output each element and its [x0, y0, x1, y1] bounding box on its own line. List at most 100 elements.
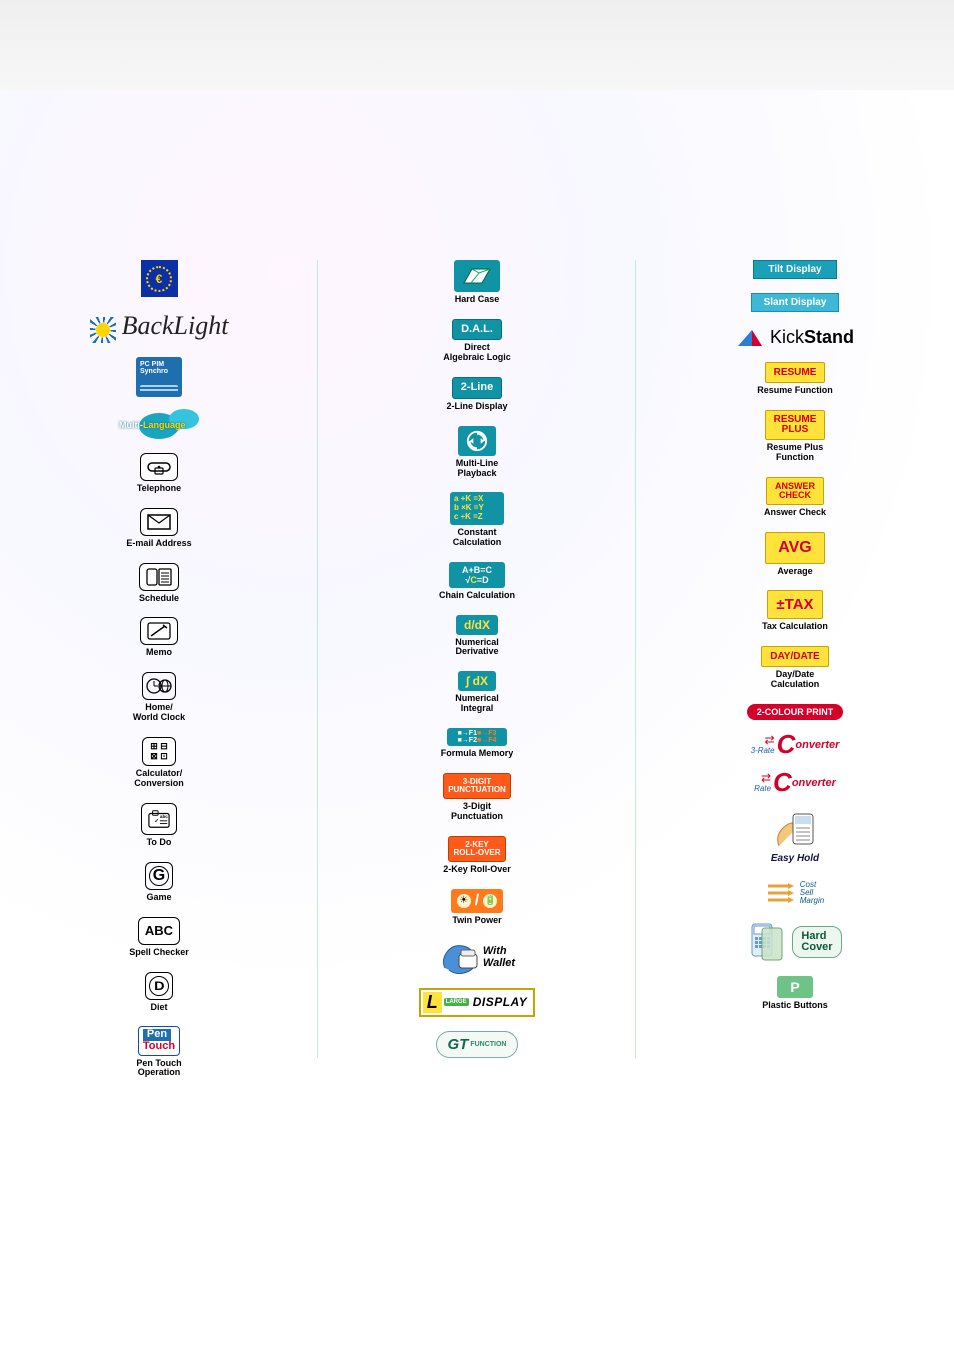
column-organizer-features: € BackLight PC PIMSynchro Multi-Language… [0, 260, 318, 1078]
envelope-icon [140, 508, 178, 536]
chain-eqD: =D [477, 575, 489, 585]
converter-rate-icon: ⇄Rate Converter [754, 772, 836, 793]
feature-icon-columns: € BackLight PC PIMSynchro Multi-Language… [0, 0, 954, 1078]
hardcase-label: Hard Case [455, 295, 500, 305]
feature-3rate-converter: ⇄3-Rate Converter [751, 734, 840, 758]
column-scientific-features: Hard Case D.A.L. Direct Algebraic Logic … [318, 260, 636, 1078]
csm-label: Cost Sell Margin [800, 881, 824, 905]
game-icon: G [145, 862, 173, 890]
easyhold-label: Easy Hold [771, 853, 819, 864]
game-label: Game [146, 893, 171, 903]
svg-text:✓: ✓ [154, 819, 159, 825]
daydate-label: Day/Date Calculation [771, 670, 820, 690]
chain-box: A+B=C √C=D [449, 562, 505, 588]
idx-badge: ∫ dX [458, 671, 496, 691]
todo-label: To Do [147, 838, 172, 848]
constcalc-label: Constant Calculation [453, 528, 502, 548]
conv-3rate: 3-Rate [751, 747, 775, 755]
memo-icon [140, 617, 178, 645]
feature-formula-memory: ■→F1■→F3 ■→F2■→F4 Formula Memory [441, 728, 514, 759]
backlight-wordmark: BackLight [90, 311, 229, 343]
fmem-f4: ■→F4 [477, 737, 496, 744]
dal-label: Direct Algebraic Logic [443, 343, 511, 363]
twoline-label: 2-Line Display [446, 402, 507, 412]
gt-function: FUNCTION [470, 1041, 506, 1048]
feature-pc-pim-synchro: PC PIMSynchro [136, 357, 182, 397]
hard-case-icon [454, 260, 500, 292]
answer-badge: ANSWER CHECK [766, 477, 824, 505]
sync-lines-icon [140, 385, 178, 393]
resume-label: Resume Function [757, 386, 833, 396]
punct-label: 3-Digit Punctuation [451, 802, 503, 822]
todo-icon: ✓abc [141, 803, 177, 835]
feature-cost-sell-margin: Cost Sell Margin [766, 878, 824, 908]
conv-rate: Rate [754, 785, 771, 793]
conv-rest-2: onverter [792, 777, 836, 789]
pcpim-line2: Synchro [140, 368, 168, 375]
converter-3rate-icon: ⇄3-Rate Converter [751, 734, 840, 755]
ldisp-rest: DISPLAY [473, 995, 528, 1009]
feature-constant-calculation: a +K =X b ×K =Y c ÷K =Z Constant Calcula… [450, 492, 504, 547]
fmem-label: Formula Memory [441, 749, 514, 759]
feature-numerical-derivative: d/dX Numerical Derivative [455, 615, 499, 658]
fmem-f1: ■→F1 [458, 730, 477, 737]
feature-easy-hold: Easy Hold [771, 810, 819, 864]
feature-kickstand: KickStand [736, 326, 854, 348]
pentouch-label: Pen Touch Operation [136, 1059, 181, 1079]
plastic-p-icon: P [777, 976, 813, 998]
feature-memo: Memo [140, 617, 178, 658]
resume-badge: RESUME [765, 362, 826, 383]
ldisp-large: LARGE [444, 998, 469, 1006]
calc-conv-icon: ⊞ ⊟⊠ ⊡ [142, 737, 176, 766]
feature-diet: D Diet [145, 972, 173, 1013]
daydate-badge: DAY/DATE [761, 646, 828, 667]
feature-plastic-buttons: P Plastic Buttons [762, 976, 828, 1011]
playback-icon [458, 426, 496, 456]
idx-label: Numerical Integral [455, 694, 499, 714]
feature-average: AVG Average [765, 532, 824, 577]
schedule-label: Schedule [139, 594, 179, 604]
ddx-label: Numerical Derivative [455, 638, 499, 658]
feature-2line-display: 2-Line 2-Line Display [446, 377, 507, 411]
kick-stand: Stand [804, 327, 854, 347]
pentouch-touch: Touch [143, 1041, 175, 1053]
resumeplus-badge: RESUME PLUS [765, 410, 826, 440]
column-desk-calc-features: Tilt Display Slant Display KickStand RES… [636, 260, 954, 1078]
eu-flag-icon: € [141, 260, 178, 297]
telephone-label: Telephone [137, 484, 181, 494]
feature-pen-touch: Pen Touch Pen Touch Operation [136, 1026, 181, 1078]
multilang-prefix: Multi- [119, 420, 143, 430]
twocolour-badge: 2-COLOUR PRINT [747, 704, 844, 720]
feature-resume: RESUME Resume Function [757, 362, 833, 396]
spell-label: Spell Checker [129, 948, 189, 958]
feature-day-date: DAY/DATE Day/Date Calculation [761, 646, 828, 690]
world-clock-icon [142, 672, 176, 700]
tax-label: Tax Calculation [762, 622, 828, 632]
feature-hard-case: Hard Case [454, 260, 500, 305]
feature-hard-cover: HardCover [748, 922, 841, 962]
svg-text:abc: abc [160, 814, 168, 819]
abc-icon: ABC [138, 917, 180, 945]
playback-label: Multi-Line Playback [456, 459, 499, 479]
feature-world-clock: Home/ World Clock [133, 672, 185, 723]
feature-slant-display: Slant Display [751, 293, 840, 312]
pcpim-line1: PC PIM [140, 361, 164, 368]
roll-box: 2-KEY ROLL-OVER [448, 836, 505, 862]
conv-rest-1: onverter [795, 739, 839, 751]
telephone-icon [140, 453, 178, 481]
feature-multiline-playback: Multi-Line Playback [456, 426, 499, 479]
feature-calculator-conversion: ⊞ ⊟⊠ ⊡ Calculator/ Conversion [134, 737, 184, 789]
roll-label: 2-Key Roll-Over [443, 865, 511, 875]
battery-icon: 🔋 [483, 894, 497, 908]
feature-3digit-punctuation: 3-DIGIT PUNCTUATION 3-Digit Punctuation [443, 773, 511, 822]
avg-badge: AVG [765, 532, 824, 564]
twoline-badge: 2-Line [452, 377, 502, 399]
slant-badge: Slant Display [751, 293, 840, 312]
feature-telephone: Telephone [137, 453, 181, 494]
feature-euro: € [141, 260, 178, 297]
feature-spell-checker: ABC Spell Checker [129, 917, 189, 958]
diet-label: Diet [150, 1003, 167, 1013]
feature-answer-check: ANSWER CHECK Answer Check [764, 477, 826, 518]
chain-l1: A+B=C [453, 565, 501, 575]
feature-twin-power: ☀/🔋 Twin Power [451, 889, 503, 926]
